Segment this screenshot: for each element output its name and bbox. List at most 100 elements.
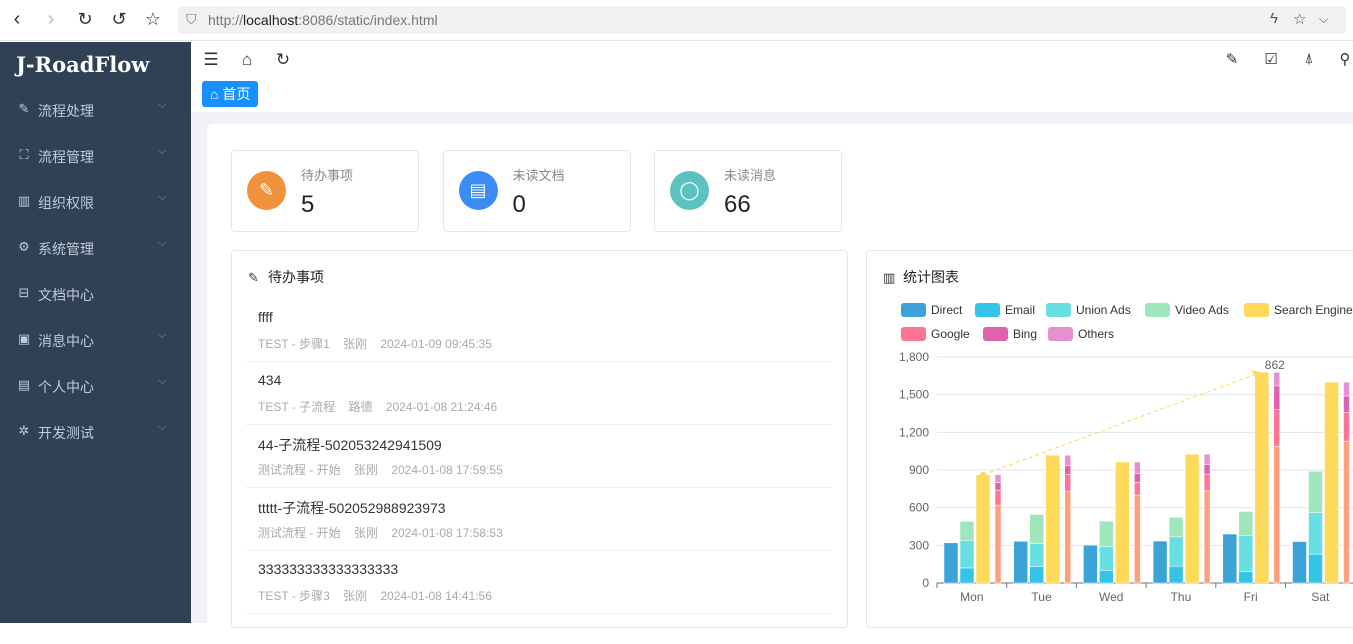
bug-icon: ✲ xyxy=(18,423,30,438)
y-tick-label: 1,200 xyxy=(899,425,929,439)
bar-baidu xyxy=(1203,490,1211,584)
bar-video-ads xyxy=(1029,514,1044,544)
search-list-icon[interactable]: ⚲ xyxy=(1335,50,1353,68)
bar-search-engine xyxy=(1324,381,1339,584)
checkbox-icon[interactable]: ☑ xyxy=(1261,50,1281,68)
bar-others xyxy=(994,474,1002,483)
bar-google xyxy=(1203,473,1211,492)
bar-google xyxy=(1273,409,1281,447)
todo-meta: 测试流程 - 开始 张刚 2024-01-08 17:59:55 xyxy=(258,463,503,477)
chat-icon: ◯ xyxy=(670,171,709,210)
bar-direct xyxy=(1222,533,1238,584)
collapse-menu-icon[interactable]: ☰ xyxy=(201,50,221,70)
y-tick-label: 0 xyxy=(922,576,929,590)
favorite-icon[interactable]: ☆ xyxy=(1293,10,1306,28)
flow-icon: ⛶ xyxy=(19,147,29,162)
gear-icon: ⚙ xyxy=(18,239,30,254)
bar-google xyxy=(1134,482,1141,496)
y-tick-label: 300 xyxy=(909,538,929,552)
bar-union-ads xyxy=(1238,535,1254,572)
sidebar-item-label: 消息中心 xyxy=(38,333,94,349)
message-icon: ▣ xyxy=(17,331,31,346)
bar-search-engine xyxy=(975,474,991,584)
sidebar-item-5[interactable]: ⊟ 文档中心 xyxy=(0,271,191,317)
bar-email xyxy=(959,567,975,584)
bar-bing xyxy=(1134,473,1141,483)
bar-union-ads xyxy=(1308,512,1323,555)
home-tab-icon: ⌂ xyxy=(210,86,223,102)
back-icon[interactable]: ‹ xyxy=(6,8,28,30)
sidebar-item-3[interactable]: ▥ 组织权限 ⌵ xyxy=(0,179,191,225)
refresh-icon[interactable]: ↻ xyxy=(273,50,293,70)
bar-direct xyxy=(1292,541,1307,584)
edit-icon: ✎ xyxy=(18,101,30,116)
x-tick-label: Wed xyxy=(1099,590,1123,604)
bar-video-ads xyxy=(1308,471,1323,513)
bar-baidu xyxy=(1343,440,1350,584)
url-text[interactable]: http://localhost:8086/static/index.html xyxy=(208,12,438,28)
markline xyxy=(982,373,1256,476)
chevron-down-icon: ⌵ xyxy=(158,99,167,111)
markline-start xyxy=(980,471,986,478)
tab-home-label: 首页 xyxy=(222,86,251,102)
todo-item[interactable]: 333333333333333333 TEST - 步骤3 张刚 2024-01… xyxy=(246,551,832,614)
bar-google xyxy=(994,489,1002,506)
stat-card[interactable]: ✎ 待办事项 5 xyxy=(231,150,419,232)
star-icon[interactable]: ☆ xyxy=(142,8,164,30)
bar-baidu xyxy=(1273,445,1281,584)
todo-meta: TEST - 子流程 路德 2024-01-08 21:24:46 xyxy=(258,400,498,414)
bar-search-engine xyxy=(1254,371,1270,584)
todo-title[interactable]: 434 xyxy=(258,372,281,388)
bar-video-ads xyxy=(1099,520,1114,547)
home-icon[interactable]: ⌂ xyxy=(237,50,257,70)
todo-icon[interactable]: ✎ xyxy=(1222,50,1242,68)
sidebar-item-label: 流程管理 xyxy=(38,149,94,165)
bar-bing xyxy=(1064,465,1071,475)
bar-baidu xyxy=(1064,490,1071,584)
stat-card[interactable]: ▤ 未读文档 0 xyxy=(442,150,631,232)
undo-icon[interactable]: ↺ xyxy=(108,8,130,30)
address-bar[interactable]: ⛉ http://localhost:8086/static/index.htm… xyxy=(178,6,1346,34)
sidebar-item-1[interactable]: ✎ 流程处理 ⌵ xyxy=(0,87,191,133)
reload-icon[interactable]: ↻ xyxy=(74,8,96,30)
url-rest: :8086/static/index.html xyxy=(298,12,438,28)
dashboard: ✎ 待办事项 5 ▤ 未读文档 0 ◯ 未读消息 66 ✎ 待办事项 ffff TES… xyxy=(207,124,1353,644)
todo-item[interactable]: ttttt-子流程-502052988923973 测试流程 - 开始 张刚 2… xyxy=(246,488,832,551)
bar-bing xyxy=(1273,385,1281,410)
x-tick-label: Fri xyxy=(1244,590,1258,604)
todo-title[interactable]: 44-子流程-502053242941509 xyxy=(258,435,442,455)
bar-email xyxy=(1308,553,1323,584)
todo-title[interactable]: ffff xyxy=(258,309,273,325)
y-tick-label: 1,500 xyxy=(899,388,929,402)
stat-card[interactable]: ◯ 未读消息 66 xyxy=(654,150,842,232)
sidebar-item-4[interactable]: ⚙ 系统管理 ⌵ xyxy=(0,225,191,271)
x-tick-label: Tue xyxy=(1031,590,1052,604)
todo-item[interactable]: 434 TEST - 子流程 路德 2024-01-08 21:24:46 xyxy=(246,362,832,425)
tab-home[interactable]: ⌂ 首页 xyxy=(202,81,259,107)
sidebar-item-7[interactable]: ▤ 个人中心 ⌵ xyxy=(0,363,191,409)
chevron-down-icon: ⌵ xyxy=(158,237,167,249)
x-tick-label: Mon xyxy=(960,590,983,604)
chevron-down-icon[interactable]: ⌵ xyxy=(1319,12,1328,27)
x-tick-label: Thu xyxy=(1171,590,1192,604)
todo-item[interactable]: ffff TEST - 步骤1 张刚 2024-01-09 09:45:35 xyxy=(246,299,832,362)
bar-union-ads xyxy=(1168,536,1184,567)
todo-title[interactable]: ttttt-子流程-502052988923973 xyxy=(258,498,446,518)
lightning-icon[interactable]: ϟ xyxy=(1270,10,1278,27)
bar-others xyxy=(1343,381,1350,397)
rocket-icon[interactable]: ⍋ xyxy=(1299,50,1319,67)
todo-title[interactable]: 333333333333333333 xyxy=(258,561,398,577)
bar-others xyxy=(1203,453,1211,465)
todo-item[interactable]: 44-子流程-502053242941509 测试流程 - 开始 张刚 2024… xyxy=(246,425,832,488)
bar-email xyxy=(1029,566,1044,584)
sidebar-item-2[interactable]: ⛶ 流程管理 ⌵ xyxy=(0,133,191,179)
url-prefix: http:// xyxy=(208,12,244,28)
markline-label: 862 xyxy=(1265,358,1285,372)
forward-icon[interactable]: › xyxy=(40,8,62,30)
bar-bing xyxy=(1343,395,1350,413)
sidebar-item-6[interactable]: ▣ 消息中心 ⌵ xyxy=(0,317,191,363)
sidebar-item-8[interactable]: ✲ 开发测试 ⌵ xyxy=(0,409,191,455)
y-tick-label: 600 xyxy=(909,501,929,515)
bar-search-engine xyxy=(1115,461,1130,584)
bar-baidu xyxy=(1134,494,1141,584)
